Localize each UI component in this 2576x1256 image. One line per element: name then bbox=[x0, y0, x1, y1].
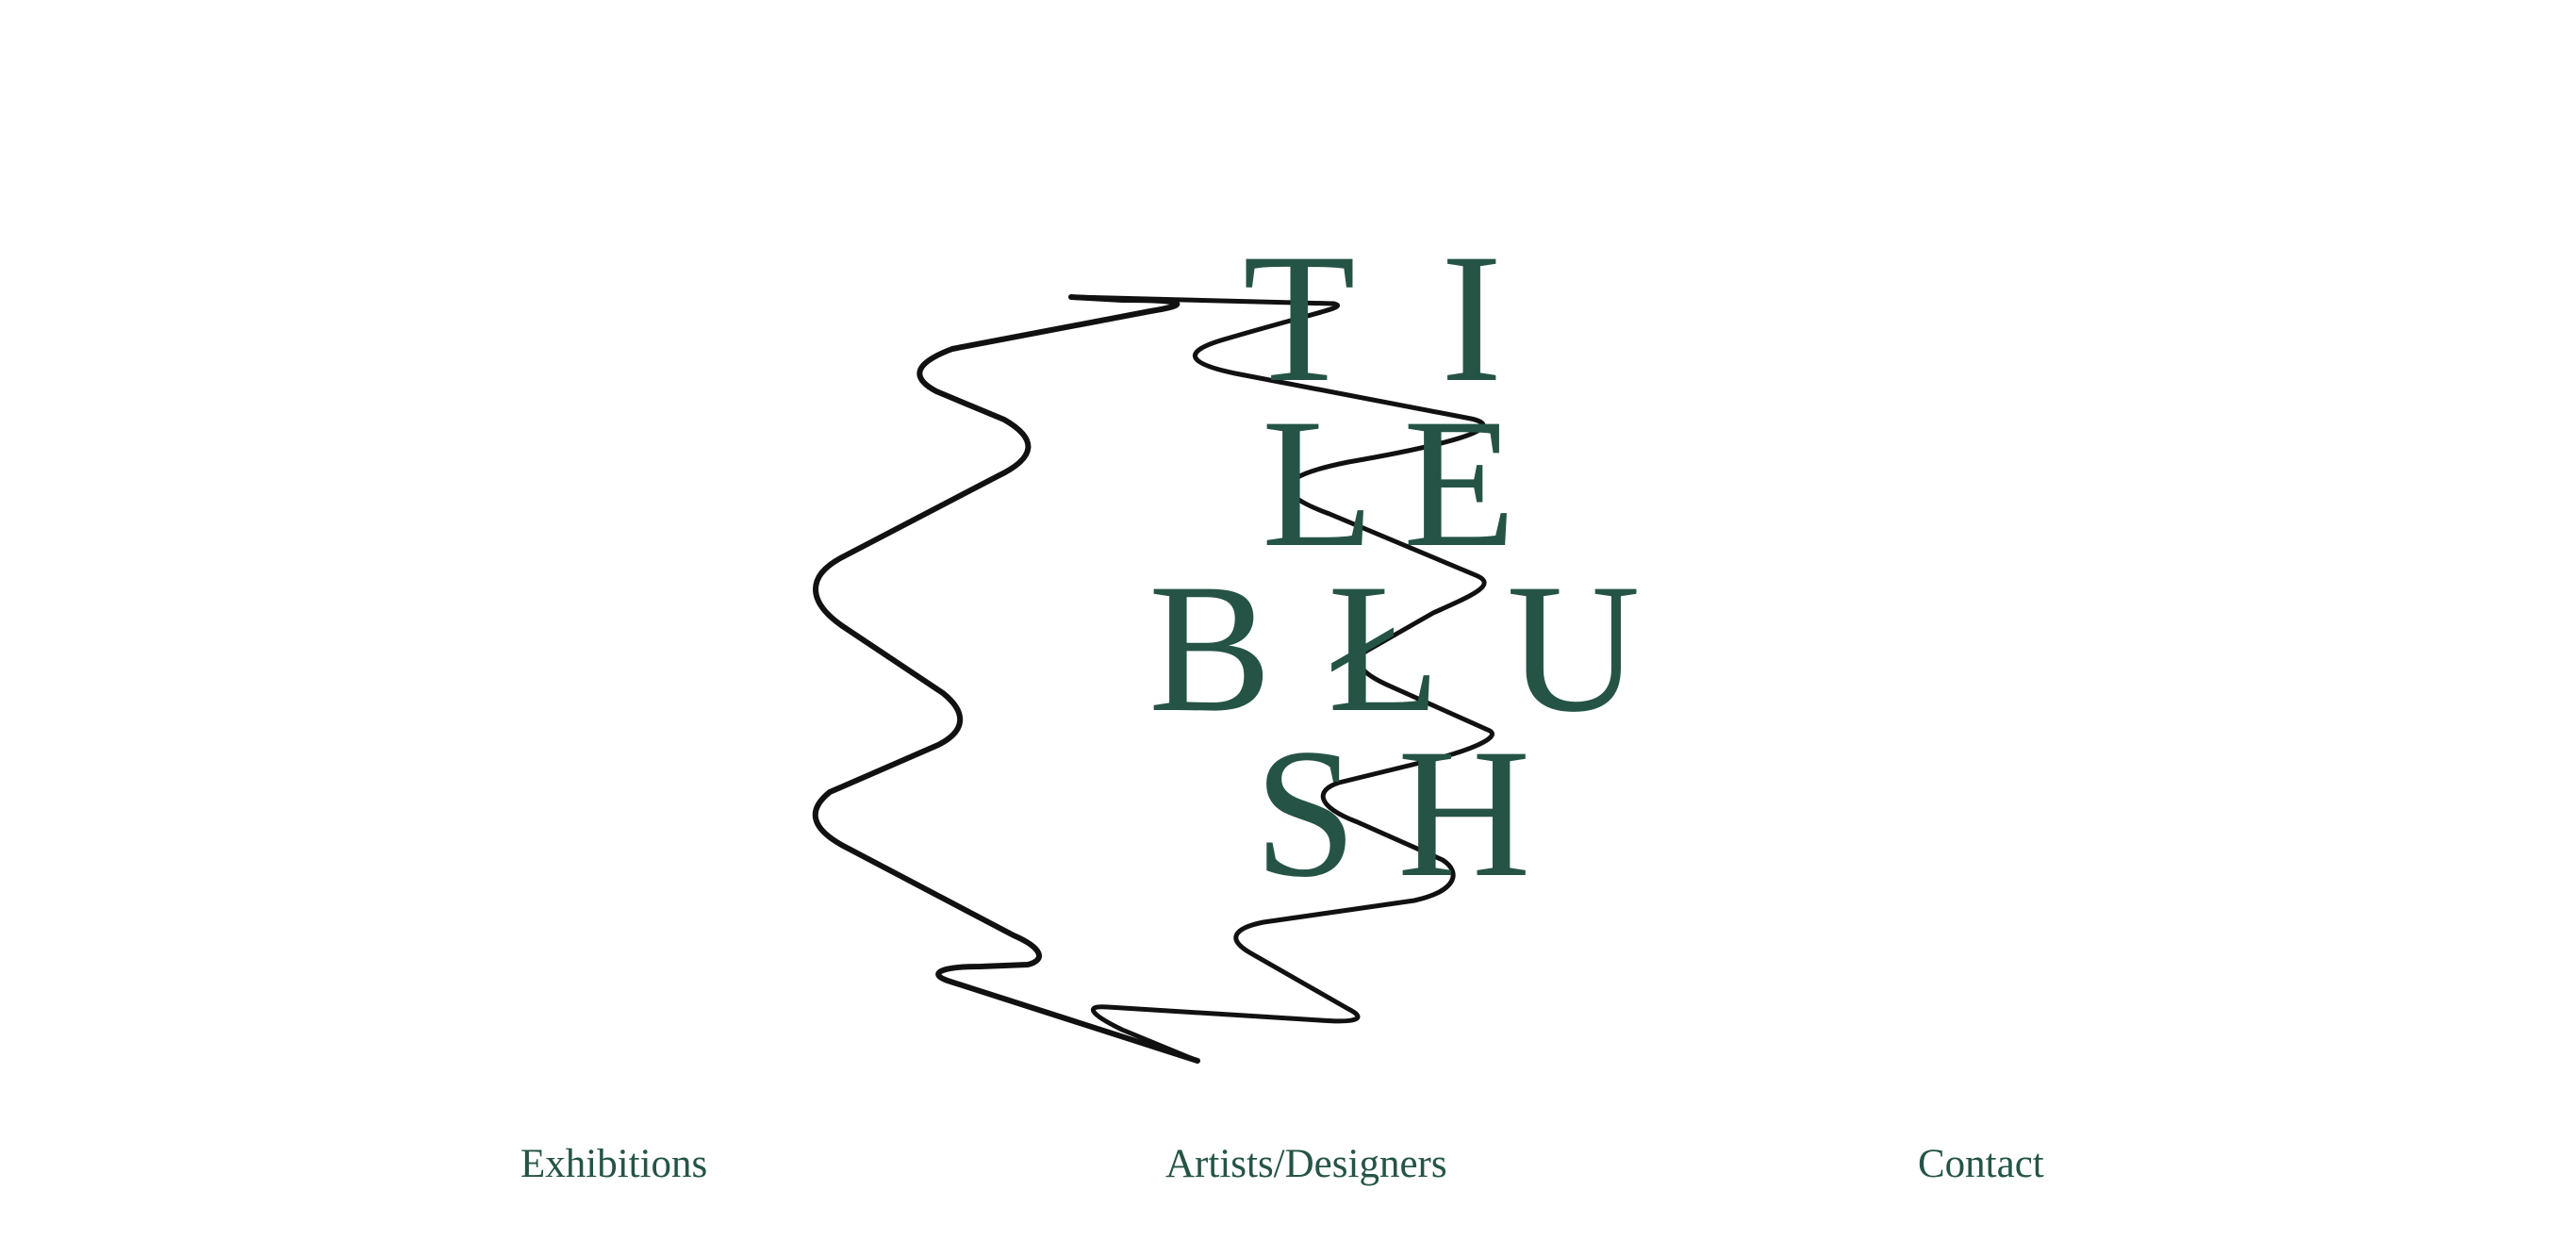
logo-letter-s: S bbox=[1254, 711, 1358, 916]
nav-link-exhibitions[interactable]: Exhibitions bbox=[520, 1141, 707, 1187]
nav-link-artists-designers[interactable]: Artists/Designers bbox=[1165, 1141, 1447, 1187]
logo-letter-h: H bbox=[1397, 711, 1531, 916]
hero: T I L E B Ł U S H bbox=[0, 0, 2576, 1113]
main-navigation: Exhibitions Artists/Designers Contact bbox=[0, 1141, 2576, 1216]
nav-link-contact[interactable]: Contact bbox=[1918, 1141, 2044, 1187]
